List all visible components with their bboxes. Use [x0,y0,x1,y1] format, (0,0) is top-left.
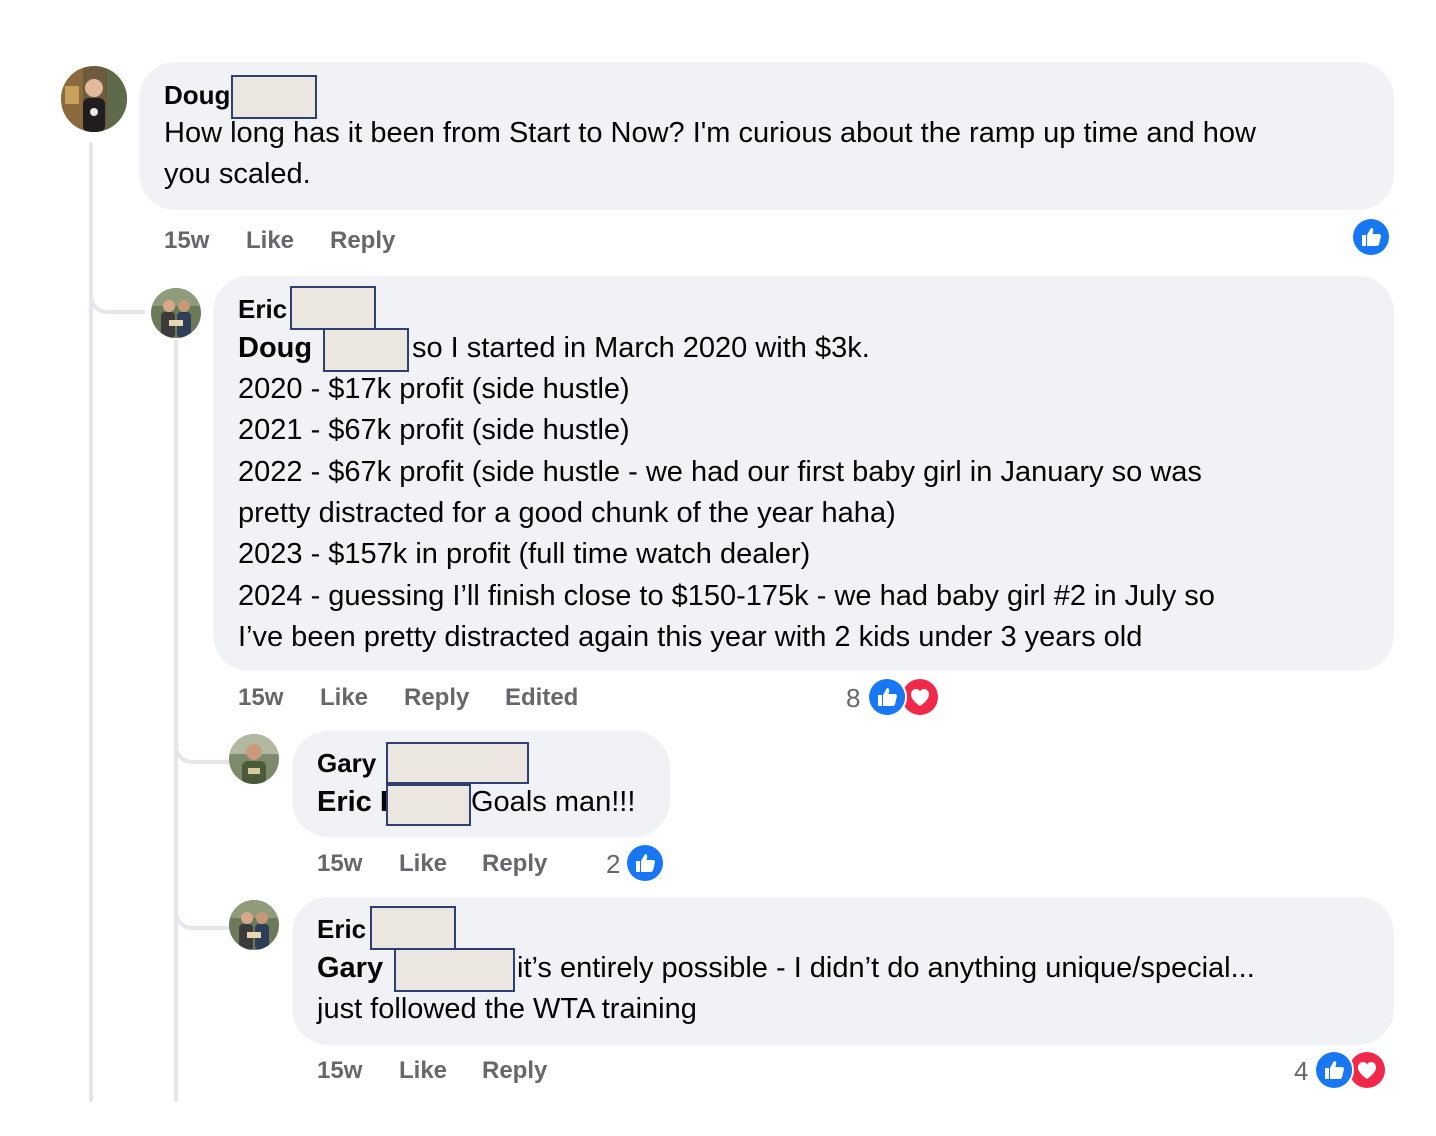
comment-author-eric[interactable]: Eric [238,294,287,324]
avatar-eric[interactable] [151,288,201,338]
comment-text-line: 2021 - $67k profit (side hustle) [238,414,630,446]
comment-timestamp[interactable]: 15w [317,1057,362,1085]
comment-timestamp[interactable]: 15w [238,684,283,712]
mention-doug[interactable]: Doug [238,331,312,365]
avatar-eric-image [229,900,279,950]
avatar-doug-image [61,66,127,132]
reply-button[interactable]: Reply [482,850,547,878]
avatar-gary[interactable] [229,734,279,784]
like-icon[interactable] [1351,217,1391,257]
comment-text-line: I’ve been pretty distracted again this y… [238,621,1143,653]
comment-text-line: pretty distracted for a good chunk of th… [238,497,896,529]
edited-label[interactable]: Edited [505,684,578,712]
reply-button[interactable]: Reply [404,684,469,712]
avatar-doug[interactable] [61,66,127,132]
comment-author-doug[interactable]: Doug [164,80,230,110]
avatar-eric-image [151,288,201,338]
comment-timestamp[interactable]: 15w [164,227,209,255]
like-button[interactable]: Like [399,850,447,878]
avatar-gary-image [229,734,279,784]
comment-text-line: 2023 - $157k in profit (full time watch … [238,538,811,570]
comment-text-line: 2022 - $67k profit (side hustle - we had… [238,456,1202,488]
like-icon[interactable] [1314,1050,1354,1090]
mention-gary[interactable]: Gary [317,951,383,985]
comment-text-line: you scaled. [164,158,311,190]
comment-text-line: just followed the WTA training [317,993,697,1025]
like-button[interactable]: Like [320,684,368,712]
comment-text-line: 2024 - guessing I’ll finish close to $15… [238,580,1215,612]
comment-author-eric[interactable]: Eric [317,914,366,944]
thread-connector-gary [174,700,230,764]
redacted-name [394,948,515,992]
comment-text-line: 2020 - $17k profit (side hustle) [238,373,630,405]
redacted-name [386,784,471,826]
comment-text-line: How long has it been from Start to Now? … [164,117,1256,149]
comment-text-line: so I started in March 2020 with $3k. [412,332,870,364]
mention-eric[interactable]: Eric I [317,785,388,819]
thread-connector-eric-2 [174,870,230,930]
reaction-count[interactable]: 2 [606,849,620,879]
reaction-count[interactable]: 8 [846,683,860,713]
comment-text-line: Goals man!!! [471,786,636,818]
redacted-name [386,742,529,784]
comment-text-line: it’s entirely possible - I didn’t do any… [517,952,1255,984]
redacted-name [323,328,409,372]
redacted-name [370,906,456,950]
comment-author-gary[interactable]: Gary [317,748,376,778]
comment-timestamp[interactable]: 15w [317,850,362,878]
redacted-name [231,75,317,119]
reaction-count[interactable]: 4 [1294,1056,1308,1086]
thread-connector-eric [89,240,145,314]
like-button[interactable]: Like [399,1057,447,1085]
like-icon[interactable] [867,677,907,717]
redacted-name [290,286,376,330]
avatar-eric[interactable] [229,900,279,950]
like-button[interactable]: Like [246,227,294,255]
reply-button[interactable]: Reply [482,1057,547,1085]
like-icon[interactable] [625,843,665,883]
reply-button[interactable]: Reply [330,227,395,255]
